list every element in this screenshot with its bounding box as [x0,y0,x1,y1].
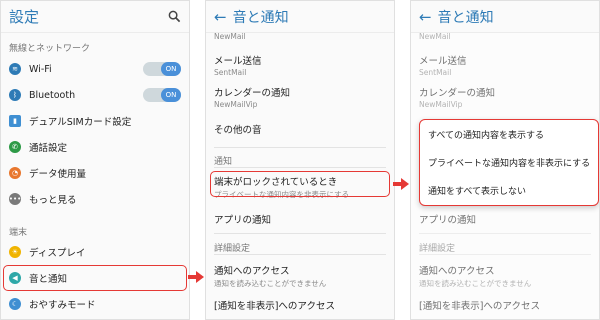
item-subtitle: 通知を読み込むことができません [214,279,327,288]
arrow-right-icon [188,271,204,283]
divider [214,167,386,168]
page-title: 音と通知 [437,9,494,26]
toggle-state-label: ON [161,88,181,102]
lock-screen-options-dialog: すべての通知内容を表示する プライベートな通知内容を非表示にする 通知をすべて表… [419,119,599,206]
sound-notification-header: ← 音と通知 [411,1,599,33]
divider [214,147,386,148]
highlight-lock-screen [210,171,390,197]
settings-item-label: おやすみモード [29,300,96,311]
settings-item-label: 通話設定 [29,143,68,154]
page-title: 音と通知 [232,9,289,26]
settings-item-label: デュアルSIMカード設定 [29,117,132,128]
list-item-other-sounds[interactable]: その他の音 [214,122,386,136]
section-device: 端末 [9,228,28,238]
sim-card-icon: ▮ [9,115,21,127]
settings-item-bluetooth[interactable]: ᛒ Bluetooth ON [1,82,189,108]
settings-screen: 設定 無線とネットワーク ≋ Wi-Fi ON ᛒ Bluetooth ON ▮… [0,0,190,320]
item-title: カレンダーの通知 [214,88,291,99]
settings-header: 設定 [1,1,189,33]
divider [214,233,386,234]
item-subtitle: NewMailVip [214,100,258,109]
sound-notification-header: ← 音と通知 [206,1,394,33]
item-title: 通知へのアクセス [214,266,290,277]
page-title: 設定 [9,8,40,26]
item-title: [通知を非表示]へのアクセス [214,301,335,312]
section-wireless-network: 無線とネットワーク [9,44,91,54]
list-item-calendar-notify[interactable]: カレンダーの通知 NewMailVip [214,85,386,109]
wifi-icon: ≋ [9,63,21,75]
divider [214,254,386,255]
settings-item-label: ディスプレイ [29,248,86,259]
search-icon[interactable] [168,10,181,23]
bluetooth-toggle[interactable]: ON [143,88,181,102]
item-title: メール送信 [214,56,262,67]
list-item-mail-send[interactable]: メール送信 SentMail [214,53,386,77]
option-hide-all[interactable]: 通知をすべて表示しない [420,176,598,204]
settings-item-label: データ使用量 [29,169,87,180]
sound-notification-screen: NewMail ← 音と通知 メール送信 SentMail カレンダーの通知 N… [205,0,395,320]
toggle-state-label: ON [161,62,181,76]
option-hide-private[interactable]: プライベートな通知内容を非表示にする [420,148,598,176]
list-item-hide-notification-access[interactable]: [通知を非表示]へのアクセス [214,298,386,312]
back-arrow-icon[interactable]: ← [419,8,432,26]
moon-icon: ☾ [9,298,21,310]
sound-notification-dialog-screen: NewMail ← 音と通知 メール送信 SentMail カレンダーの通知 N… [410,0,600,320]
settings-item-call[interactable]: ✆ 通話設定 [1,134,189,160]
bluetooth-icon: ᛒ [9,89,21,101]
more-dots-icon: ••• [8,193,22,205]
phone-icon: ✆ [9,141,21,153]
settings-item-display[interactable]: ☀ ディスプレイ [1,239,189,265]
list-item-app-notifications[interactable]: アプリの通知 [214,212,386,226]
highlight-sound-notification [3,265,187,291]
item-title: アプリの通知 [214,215,272,226]
item-title: その他の音 [214,125,262,136]
list-item-notification-access[interactable]: 通知へのアクセス 通知を読み込むことができません [214,263,386,289]
settings-item-dual-sim[interactable]: ▮ デュアルSIMカード設定 [1,108,189,134]
arrow-right-icon [393,178,409,190]
settings-item-wifi[interactable]: ≋ Wi-Fi ON [1,56,189,82]
settings-item-data-usage[interactable]: ◔ データ使用量 [1,160,189,186]
settings-item-do-not-disturb[interactable]: ☾ おやすみモード [1,291,189,317]
settings-item-more[interactable]: ••• もっと見る [1,186,189,212]
item-subtitle: SentMail [214,68,247,77]
settings-item-label: Wi-Fi [29,63,52,75]
option-show-all[interactable]: すべての通知内容を表示する [420,120,598,148]
section-notification: 通知 [214,157,233,167]
back-arrow-icon[interactable]: ← [214,8,227,26]
settings-item-label: Bluetooth [29,89,76,101]
brightness-icon: ☀ [9,246,21,258]
item-subtitle: NewMail [214,32,246,41]
data-usage-icon: ◔ [9,167,21,179]
wifi-toggle[interactable]: ON [143,62,181,76]
settings-item-label: もっと見る [29,195,77,206]
section-advanced: 詳細設定 [214,244,251,254]
